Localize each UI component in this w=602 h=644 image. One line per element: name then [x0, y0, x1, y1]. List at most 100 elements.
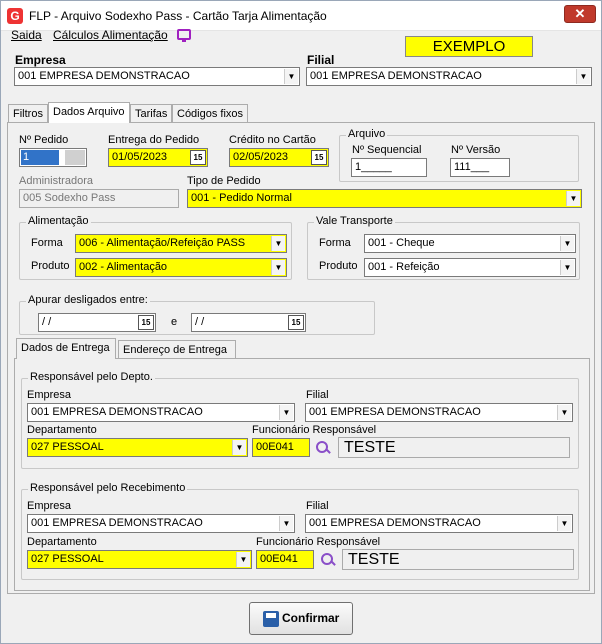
vale-forma-combo[interactable]: 001 - Cheque ▼ — [364, 234, 576, 253]
filial-combo[interactable]: 001 EMPRESA DEMONSTRACAO ▼ — [306, 67, 592, 86]
close-button[interactable]: ✕ — [564, 5, 596, 23]
chevron-down-icon[interactable]: ▼ — [557, 516, 571, 531]
credito-value: 02/05/2023 — [233, 151, 289, 163]
receb-funcionario-label: Funcionário Responsável — [256, 536, 381, 548]
credito-date-field[interactable]: 02/05/2023 15 — [229, 148, 329, 167]
desligados-date2[interactable]: / / 15 — [191, 313, 306, 332]
alim-forma-combo[interactable]: 006 - Alimentação/Refeição PASS ▼ — [75, 234, 287, 253]
depto-empresa-value: 001 EMPRESA DEMONSTRACAO — [31, 406, 203, 418]
receb-departamento-combo[interactable]: 027 PESSOAL ▼ — [27, 550, 252, 569]
administradora-label: Administradora — [19, 175, 93, 187]
receb-filial-value: 001 EMPRESA DEMONSTRACAO — [309, 517, 481, 529]
receb-filial-combo[interactable]: 001 EMPRESA DEMONSTRACAO ▼ — [305, 514, 573, 533]
empresa-label: Empresa — [15, 53, 66, 67]
depto-departamento-label: Departamento — [27, 424, 97, 436]
receb-departamento-value: 027 PESSOAL — [31, 553, 104, 565]
search-icon[interactable] — [315, 440, 331, 456]
subtab-dados-entrega[interactable]: Dados de Entrega — [16, 338, 116, 359]
receb-empresa-value: 001 EMPRESA DEMONSTRACAO — [31, 517, 203, 529]
desligados-conj: e — [171, 316, 178, 328]
pedido-value: 1 — [21, 150, 59, 165]
receb-empresa-label: Empresa — [27, 500, 72, 512]
menu-calculos-alimentacao[interactable]: Cálculos Alimentação — [53, 28, 168, 42]
versao-input[interactable]: 111___ — [450, 158, 510, 177]
subtab-endereco-entrega[interactable]: Endereço de Entrega — [118, 340, 236, 359]
credito-label: Crédito no Cartão — [229, 134, 316, 146]
tab-filtros[interactable]: Filtros — [8, 104, 48, 123]
receb-departamento-label: Departamento — [27, 536, 97, 548]
confirm-label: Confirmar — [282, 611, 340, 625]
chevron-down-icon[interactable]: ▼ — [271, 260, 285, 275]
dados-arquivo-panel: Nº Pedido 1 Entrega do Pedido 01/05/2023… — [7, 122, 595, 594]
alim-forma-value: 006 - Alimentação/Refeição PASS — [79, 237, 246, 249]
versao-label: Nº Versão — [451, 144, 501, 156]
alim-produto-label: Produto — [31, 260, 70, 272]
vale-group-title: Vale Transporte — [314, 215, 395, 227]
chevron-down-icon[interactable]: ▼ — [566, 191, 580, 206]
search-icon[interactable] — [320, 552, 336, 568]
entrega-date-field[interactable]: 01/05/2023 15 — [108, 148, 208, 167]
desligados-date1-value: / / — [42, 316, 52, 328]
vale-produto-combo[interactable]: 001 - Refeição ▼ — [364, 258, 576, 277]
depto-departamento-combo[interactable]: 027 PESSOAL ▼ — [27, 438, 248, 457]
chevron-down-icon[interactable]: ▼ — [576, 69, 590, 84]
depto-departamento-value: 027 PESSOAL — [31, 441, 104, 453]
depto-funcionario-code[interactable]: 00E041 — [252, 438, 310, 457]
receb-funcionario-code[interactable]: 00E041 — [256, 550, 314, 569]
depto-filial-value: 001 EMPRESA DEMONSTRACAO — [309, 406, 481, 418]
pedido-label: Nº Pedido — [19, 134, 69, 146]
chevron-down-icon[interactable]: ▼ — [279, 405, 293, 420]
calendar-icon[interactable]: 15 — [288, 315, 304, 330]
alimentacao-group-title: Alimentação — [26, 215, 91, 227]
tab-tarifas[interactable]: Tarifas — [130, 104, 172, 123]
empresa-combo[interactable]: 001 EMPRESA DEMONSTRACAO ▼ — [14, 67, 300, 86]
calendar-icon[interactable]: 15 — [138, 315, 154, 330]
chevron-down-icon[interactable]: ▼ — [232, 440, 246, 455]
tab-codigos-fixos[interactable]: Códigos fixos — [172, 104, 248, 123]
receb-funcionario-name: TESTE — [342, 549, 574, 570]
sequencial-label: Nº Sequencial — [352, 144, 422, 156]
depto-funcionario-label: Funcionário Responsável — [252, 424, 377, 436]
depto-group: Responsável pelo Depto. Empresa 001 EMPR… — [21, 371, 579, 469]
chevron-down-icon[interactable]: ▼ — [271, 236, 285, 251]
vale-transporte-group: Vale Transporte Forma 001 - Cheque ▼ Pro… — [307, 215, 580, 280]
depto-filial-label: Filial — [306, 389, 329, 401]
chevron-down-icon[interactable]: ▼ — [560, 260, 574, 275]
depto-empresa-label: Empresa — [27, 389, 72, 401]
tv-icon[interactable] — [177, 29, 191, 42]
sequencial-input[interactable]: 1_____ — [351, 158, 427, 177]
alim-produto-combo[interactable]: 002 - Alimentação ▼ — [75, 258, 287, 277]
menu-saida[interactable]: Saida — [11, 28, 42, 42]
tipo-pedido-combo[interactable]: 001 - Pedido Normal ▼ — [187, 189, 582, 208]
main-window: G FLP - Arquivo Sodexho Pass - Cartão Ta… — [0, 0, 602, 644]
dados-entrega-panel: Responsável pelo Depto. Empresa 001 EMPR… — [14, 358, 590, 591]
calendar-icon[interactable]: 15 — [190, 150, 206, 165]
chevron-down-icon[interactable]: ▼ — [560, 236, 574, 251]
chevron-down-icon[interactable]: ▼ — [284, 69, 298, 84]
desligados-group-title: Apurar desligados entre: — [26, 294, 150, 306]
calendar-icon[interactable]: 15 — [311, 150, 327, 165]
desligados-date1[interactable]: / / 15 — [38, 313, 156, 332]
pedido-spinner[interactable] — [65, 150, 85, 165]
depto-empresa-combo[interactable]: 001 EMPRESA DEMONSTRACAO ▼ — [27, 403, 295, 422]
desligados-date2-value: / / — [195, 316, 205, 328]
pedido-field[interactable]: 1 — [19, 148, 87, 167]
depto-filial-combo[interactable]: 001 EMPRESA DEMONSTRACAO ▼ — [305, 403, 573, 422]
save-icon — [263, 611, 279, 627]
receb-empresa-combo[interactable]: 001 EMPRESA DEMONSTRACAO ▼ — [27, 514, 295, 533]
confirm-button[interactable]: Confirmar — [249, 602, 353, 635]
chevron-down-icon[interactable]: ▼ — [557, 405, 571, 420]
example-badge: EXEMPLO — [405, 36, 533, 57]
tipo-pedido-label: Tipo de Pedido — [187, 175, 261, 187]
entrega-label: Entrega do Pedido — [108, 134, 200, 146]
tipo-pedido-value: 001 - Pedido Normal — [191, 192, 292, 204]
desligados-group: Apurar desligados entre: / / 15 e / / 15 — [19, 294, 375, 335]
recebimento-group-title: Responsável pelo Recebimento — [28, 482, 188, 494]
vale-produto-value: 001 - Refeição — [368, 261, 440, 273]
app-icon: G — [7, 8, 23, 24]
window-title: FLP - Arquivo Sodexho Pass - Cartão Tarj… — [29, 9, 327, 23]
depto-funcionario-name: TESTE — [338, 437, 570, 458]
chevron-down-icon[interactable]: ▼ — [236, 552, 250, 567]
chevron-down-icon[interactable]: ▼ — [279, 516, 293, 531]
tab-dados-arquivo[interactable]: Dados Arquivo — [48, 102, 130, 123]
